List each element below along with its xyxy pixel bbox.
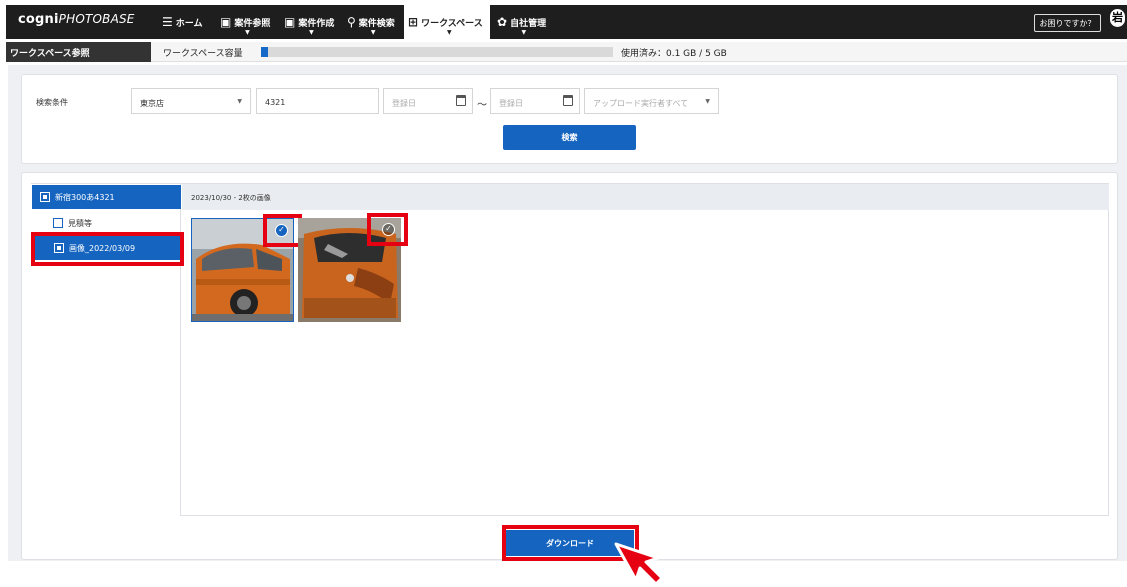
avatar[interactable]: 岩 bbox=[1110, 9, 1125, 27]
nav-case-view[interactable]: ▣ 案件参照 ▼ bbox=[216, 5, 274, 39]
gear-icon: ✿ bbox=[497, 15, 508, 29]
nav-company-admin[interactable]: ✿ 自社管理 ▼ bbox=[493, 5, 550, 39]
workspace-icon: ⊞ bbox=[408, 15, 419, 29]
usage-text: 使用済み：0.1 GB / 5 GB bbox=[621, 49, 727, 59]
nav-case-search[interactable]: ⚲ 案件検索 ▼ bbox=[343, 5, 399, 39]
sub-bar: ワークスペース参照 ワークスペース容量 使用済み：0.1 GB / 5 GB bbox=[6, 42, 1127, 62]
nav-home[interactable]: ☰ ホーム bbox=[158, 5, 207, 39]
capacity-bar-fill bbox=[261, 47, 269, 57]
chevron-down-icon: ▼ bbox=[447, 29, 452, 36]
image-add-icon: ▣ bbox=[284, 15, 296, 29]
checkbox[interactable] bbox=[53, 218, 63, 228]
app-logo[interactable]: cogniPHOTOBASE bbox=[18, 12, 135, 27]
list-icon: ☰ bbox=[162, 15, 173, 29]
cursor-arrow-icon bbox=[614, 542, 664, 586]
chevron-down-icon: ▼ bbox=[245, 29, 250, 36]
tree-item-root[interactable]: 新宿300あ4321 bbox=[32, 185, 181, 209]
search-button[interactable]: 検索 bbox=[503, 125, 636, 150]
gallery-header: 2023/10/30 - 2枚の画像 bbox=[182, 184, 1109, 210]
nav-workspace[interactable]: ⊞ ワークスペース ▼ bbox=[404, 5, 490, 39]
highlight-tree-item bbox=[31, 232, 184, 266]
uploader-select[interactable]: アップロード実行者すべて ▼ bbox=[584, 88, 719, 114]
chevron-down-icon: ▼ bbox=[370, 29, 376, 36]
help-button[interactable]: お困りですか？ bbox=[1034, 14, 1101, 32]
date-from-input[interactable]: 登録日 bbox=[383, 88, 473, 114]
chevron-down-icon: ▼ bbox=[237, 98, 242, 105]
highlight-checkbox bbox=[367, 213, 408, 246]
store-select[interactable]: 東京店 ▼ bbox=[131, 88, 251, 114]
image-icon: ▣ bbox=[220, 15, 232, 29]
keyword-input[interactable]: 4321 bbox=[256, 88, 379, 114]
highlight-checkbox bbox=[263, 214, 302, 247]
capacity-label: ワークスペース容量 bbox=[163, 49, 243, 59]
range-separator: ～ bbox=[477, 100, 487, 111]
search-label: 検索条件 bbox=[36, 98, 68, 107]
checkbox-partial[interactable] bbox=[40, 192, 50, 202]
tree-item-estimate[interactable]: 見積等 bbox=[53, 217, 92, 229]
calendar-icon[interactable] bbox=[456, 95, 466, 106]
capacity-bar bbox=[261, 47, 613, 57]
chevron-down-icon: ▼ bbox=[309, 29, 314, 36]
top-bar: cogniPHOTOBASE ☰ ホーム ▣ 案件参照 ▼ ▣ 案件作成 ▼ ⚲ 案件検… bbox=[6, 5, 1127, 39]
calendar-icon[interactable] bbox=[563, 95, 573, 106]
page-title: ワークスペース参照 bbox=[6, 42, 151, 62]
search-icon: ⚲ bbox=[347, 15, 356, 29]
date-to-input[interactable]: 登録日 bbox=[490, 88, 580, 114]
chevron-down-icon: ▼ bbox=[521, 29, 527, 36]
nav-case-create[interactable]: ▣ 案件作成 ▼ bbox=[280, 5, 338, 39]
chevron-down-icon: ▼ bbox=[705, 98, 710, 105]
